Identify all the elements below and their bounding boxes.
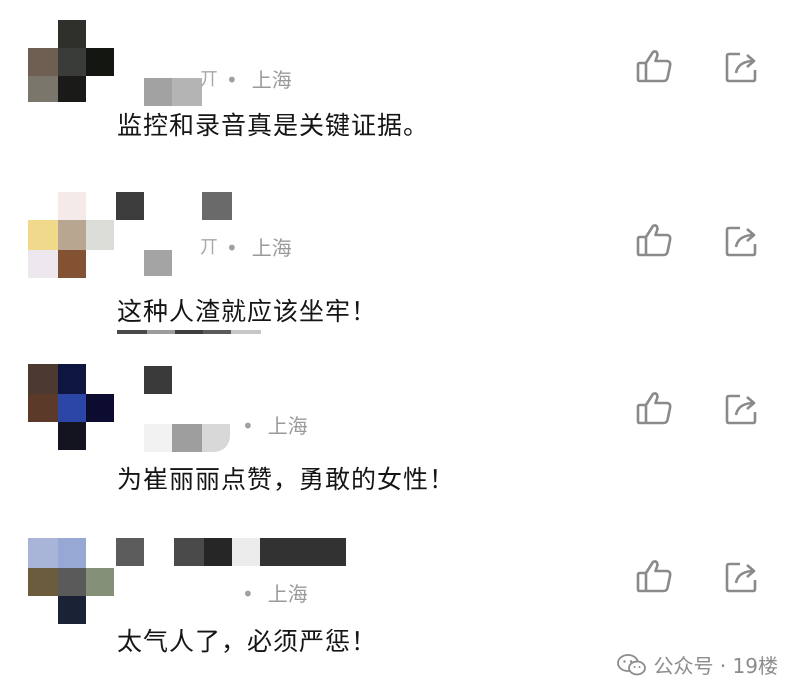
location-label: 上海 (251, 68, 292, 92)
comment-text: 为崔丽丽点赞，勇敢的女性！ (117, 465, 456, 494)
avatar[interactable] (28, 538, 118, 628)
share-button[interactable] (722, 220, 764, 262)
comment-text: 监控和录音真是关键证据。 (117, 111, 430, 140)
separator-dot: • (226, 236, 238, 260)
comment-meta: 丌 • 上海 (200, 236, 292, 260)
like-button[interactable] (634, 46, 676, 88)
share-icon (725, 226, 757, 257)
thumbs-up-icon (636, 50, 672, 83)
separator-dot: • (242, 582, 254, 606)
comment-meta: • 上海 (200, 414, 308, 438)
username-mosaic[interactable] (144, 250, 174, 278)
thumbs-up-icon (636, 224, 672, 257)
comment-item: • 上海 为崔丽丽点赞，勇敢的女性！ (0, 336, 800, 504)
comment-text: 太气人了，必须严惩！ (117, 627, 378, 656)
like-button[interactable] (634, 388, 676, 430)
comment-item: • 上海 太气人了，必须严惩！ (0, 504, 800, 672)
comment-text: 这种人渣就应该坐牢！ (117, 297, 378, 326)
watermark-text: 公众号 · 19楼 (653, 654, 778, 678)
wechat-icon (617, 653, 647, 675)
comment-item: 丌 • 上海 监控和录音真是关键证据。 (0, 0, 800, 168)
underline-mosaic (117, 330, 261, 334)
share-button[interactable] (722, 46, 764, 88)
avatar[interactable] (28, 14, 118, 104)
username-fragment: 丌 (200, 237, 218, 258)
location-label: 上海 (267, 414, 308, 438)
separator-dot: • (226, 68, 238, 92)
thumbs-up-icon (636, 560, 672, 593)
separator-dot: • (242, 414, 254, 438)
username-mosaic[interactable] (144, 78, 204, 106)
username-mosaic[interactable] (116, 192, 236, 220)
share-icon (725, 394, 757, 425)
share-button[interactable] (722, 556, 764, 598)
avatar[interactable] (28, 192, 118, 282)
like-button[interactable] (634, 556, 676, 598)
avatar[interactable] (28, 364, 118, 454)
username-fragment: 丌 (200, 69, 218, 90)
username-mosaic[interactable] (144, 366, 174, 394)
share-icon (725, 52, 757, 83)
thumbs-up-icon (636, 392, 672, 425)
comment-meta: • 上海 (200, 582, 308, 606)
comment-item: 丌 • 上海 这种人渣就应该坐牢！ (0, 168, 800, 336)
location-label: 上海 (251, 236, 292, 260)
comment-meta: 丌 • 上海 (200, 68, 292, 92)
share-icon (725, 562, 757, 593)
like-button[interactable] (634, 220, 676, 262)
location-label: 上海 (267, 582, 308, 606)
watermark: 公众号 · 19楼 (617, 650, 778, 679)
share-button[interactable] (722, 388, 764, 430)
username-mosaic[interactable] (116, 538, 348, 566)
